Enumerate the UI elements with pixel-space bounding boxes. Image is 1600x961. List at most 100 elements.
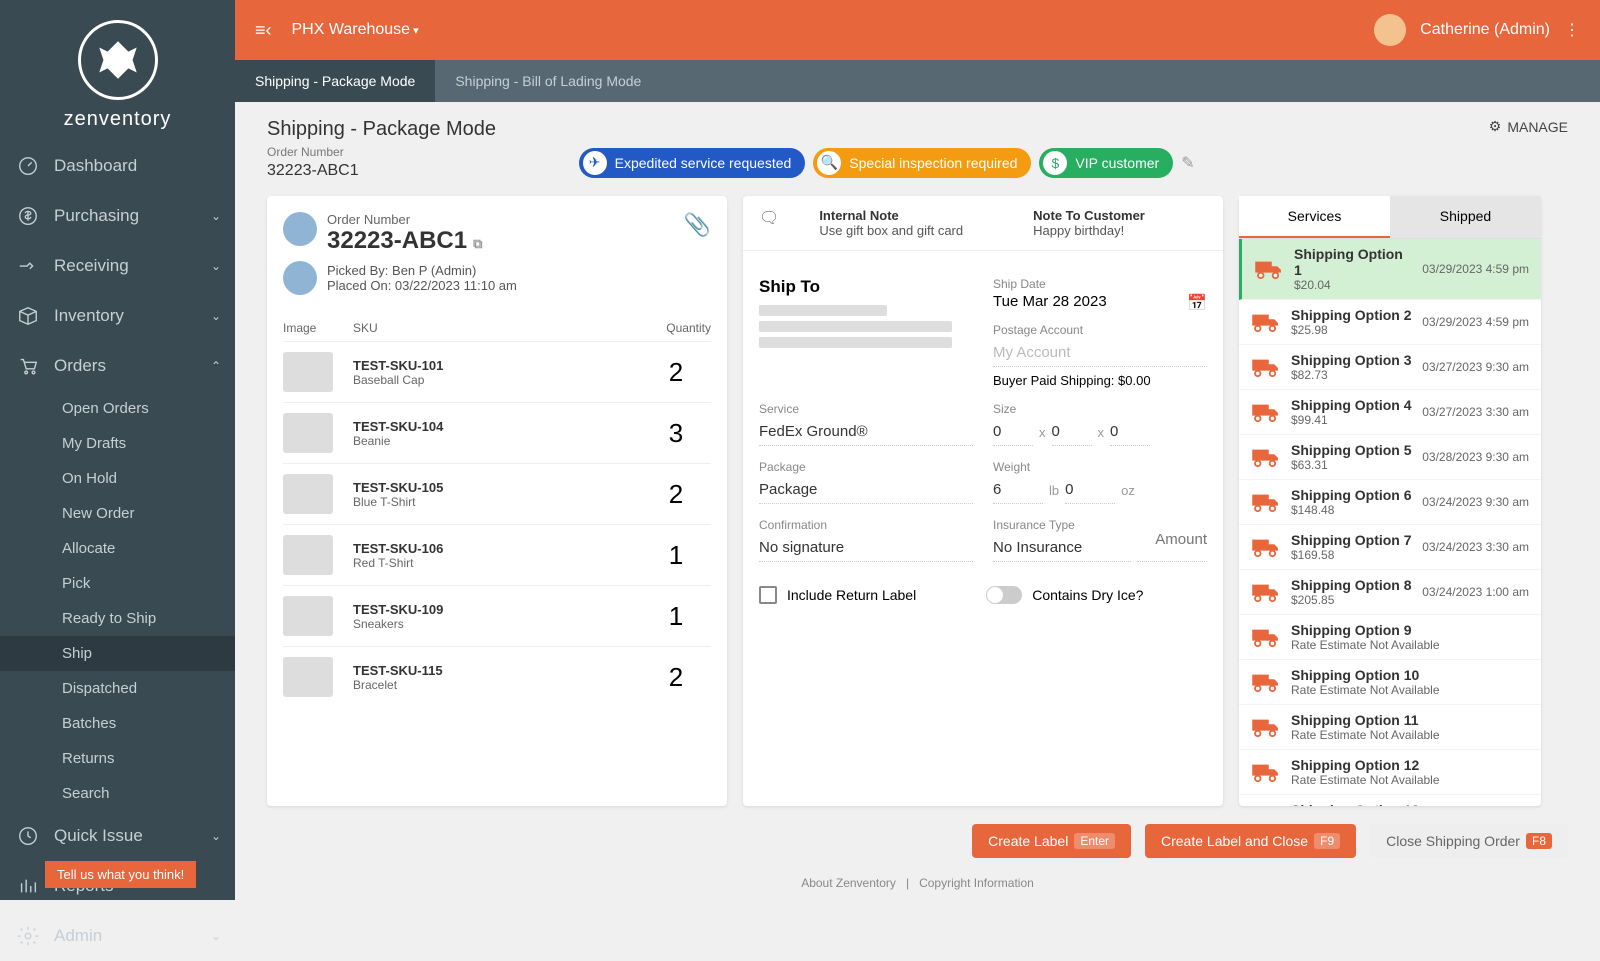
ship-date-label: Ship Date: [993, 277, 1207, 291]
truck-icon: [1251, 716, 1281, 738]
package-select[interactable]: [759, 476, 973, 504]
user-avatar[interactable]: [1374, 14, 1406, 46]
nav-inventory[interactable]: Inventory⌄: [0, 291, 235, 341]
buyer-paid: Buyer Paid Shipping: $0.00: [993, 373, 1207, 388]
service-price: Rate Estimate Not Available: [1291, 683, 1529, 697]
service-option[interactable]: Shipping Option 9Rate Estimate Not Avail…: [1239, 615, 1541, 660]
service-name: Shipping Option 2: [1291, 307, 1412, 323]
service-price: $20.04: [1294, 278, 1412, 292]
item-row[interactable]: TEST-SKU-104Beanie3: [283, 402, 711, 463]
create-label-button[interactable]: Create LabelEnter: [972, 824, 1131, 858]
sub-search[interactable]: Search: [0, 776, 235, 811]
postage-select[interactable]: [993, 339, 1207, 367]
gear-icon: [14, 924, 42, 948]
service-option[interactable]: Shipping Option 7$169.5803/24/2023 3:30 …: [1239, 525, 1541, 570]
nav-receiving[interactable]: Receiving⌄: [0, 241, 235, 291]
sub-ready-to-ship[interactable]: Ready to Ship: [0, 601, 235, 636]
nav-admin[interactable]: Admin⌄: [0, 911, 235, 961]
service-option[interactable]: Shipping Option 6$148.4803/24/2023 9:30 …: [1239, 480, 1541, 525]
sub-ship[interactable]: Ship: [0, 636, 235, 671]
item-row[interactable]: TEST-SKU-115Bracelet2: [283, 646, 711, 707]
truck-icon: [1251, 536, 1281, 558]
about-link[interactable]: About Zenventory: [801, 876, 896, 890]
confirmation-select[interactable]: [759, 534, 973, 562]
copyright-link[interactable]: Copyright Information: [919, 876, 1034, 890]
feedback-button[interactable]: Tell us what you think!: [45, 861, 196, 888]
service-option[interactable]: Shipping Option 1$20.0403/29/2023 4:59 p…: [1239, 239, 1541, 300]
calendar-icon[interactable]: 📅: [1187, 293, 1207, 313]
services-panel: Services Shipped Shipping Option 1$20.04…: [1239, 196, 1541, 806]
nav-orders[interactable]: Orders⌃: [0, 341, 235, 391]
weight-oz[interactable]: [1065, 476, 1115, 504]
address-line: [759, 305, 887, 316]
service-name: Shipping Option 6: [1291, 487, 1412, 503]
dry-ice-toggle[interactable]: [986, 586, 1022, 604]
truck-icon: [1251, 446, 1281, 468]
item-row[interactable]: TEST-SKU-106Red T-Shirt1: [283, 524, 711, 585]
service-price: $25.98: [1291, 323, 1412, 337]
weight-lb[interactable]: [993, 476, 1043, 504]
item-qty: 2: [641, 357, 711, 388]
address-line: [759, 337, 952, 348]
nav-quick-issue[interactable]: Quick Issue⌄: [0, 811, 235, 861]
sub-allocate[interactable]: Allocate: [0, 531, 235, 566]
return-label-text: Include Return Label: [787, 587, 916, 603]
tab-services[interactable]: Services: [1239, 196, 1390, 238]
service-option[interactable]: Shipping Option 4$99.4103/27/2023 3:30 a…: [1239, 390, 1541, 435]
tag-icon[interactable]: ✎: [1181, 153, 1194, 173]
service-option[interactable]: Shipping Option 5$63.3103/28/2023 9:30 a…: [1239, 435, 1541, 480]
service-name: Shipping Option 9: [1291, 622, 1529, 638]
item-row[interactable]: TEST-SKU-101Baseball Cap2: [283, 341, 711, 402]
size-w[interactable]: [1052, 418, 1092, 446]
manage-button[interactable]: ⚙MANAGE: [1489, 118, 1568, 135]
service-select[interactable]: [759, 418, 973, 446]
tab-shipped[interactable]: Shipped: [1390, 196, 1541, 238]
service-option[interactable]: Shipping Option 2$25.9803/29/2023 4:59 p…: [1239, 300, 1541, 345]
create-label-close-button[interactable]: Create Label and CloseF9: [1145, 824, 1356, 858]
sub-my-drafts[interactable]: My Drafts: [0, 426, 235, 461]
insurance-select[interactable]: [993, 534, 1131, 562]
insurance-amount[interactable]: [1137, 518, 1207, 562]
sub-pick[interactable]: Pick: [0, 566, 235, 601]
ship-date[interactable]: Tue Mar 28 2023: [993, 293, 1107, 310]
sub-dispatched[interactable]: Dispatched: [0, 671, 235, 706]
attachment-icon[interactable]: 📎: [684, 212, 711, 238]
sub-batches[interactable]: Batches: [0, 706, 235, 741]
item-qty: 2: [641, 662, 711, 693]
service-option[interactable]: Shipping Option 13Rate Estimate Not Avai…: [1239, 795, 1541, 806]
service-date: 03/24/2023 3:30 am: [1422, 540, 1529, 554]
close-shipping-button[interactable]: Close Shipping OrderF8: [1370, 824, 1568, 858]
service-option[interactable]: Shipping Option 10Rate Estimate Not Avai…: [1239, 660, 1541, 705]
sub-open-orders[interactable]: Open Orders: [0, 391, 235, 426]
warehouse-selector[interactable]: PHX Warehouse: [292, 21, 419, 39]
truck-icon: [1251, 761, 1281, 783]
sub-new-order[interactable]: New Order: [0, 496, 235, 531]
size-l[interactable]: [993, 418, 1033, 446]
return-label-checkbox[interactable]: [759, 586, 777, 604]
sub-returns[interactable]: Returns: [0, 741, 235, 776]
copy-icon[interactable]: ⧉: [473, 236, 482, 251]
address-line: [759, 321, 952, 332]
menu-toggle-icon[interactable]: ≡‹: [255, 20, 272, 41]
nav-dashboard[interactable]: Dashboard: [0, 141, 235, 191]
kebab-icon[interactable]: ⋮: [1564, 20, 1580, 40]
tab-package-mode[interactable]: Shipping - Package Mode: [235, 60, 435, 102]
service-option[interactable]: Shipping Option 3$82.7303/27/2023 9:30 a…: [1239, 345, 1541, 390]
nav-label: Admin: [54, 926, 102, 946]
badge-expedited: ✈Expedited service requested: [579, 148, 806, 178]
service-option[interactable]: Shipping Option 8$205.8503/24/2023 1:00 …: [1239, 570, 1541, 615]
sub-on-hold[interactable]: On Hold: [0, 461, 235, 496]
product-image: [283, 413, 333, 453]
picked-by: Picked By: Ben P (Admin): [327, 263, 517, 278]
size-h[interactable]: [1110, 418, 1150, 446]
item-sku: TEST-SKU-115: [353, 663, 641, 678]
nav-purchasing[interactable]: Purchasing⌄: [0, 191, 235, 241]
tab-bol-mode[interactable]: Shipping - Bill of Lading Mode: [435, 60, 661, 102]
item-row[interactable]: TEST-SKU-109Sneakers1: [283, 585, 711, 646]
service-option[interactable]: Shipping Option 11Rate Estimate Not Avai…: [1239, 705, 1541, 750]
mode-tabs: Shipping - Package Mode Shipping - Bill …: [235, 60, 1600, 102]
product-image: [283, 596, 333, 636]
item-row[interactable]: TEST-SKU-105Blue T-Shirt2: [283, 463, 711, 524]
order-number-input[interactable]: 32223-ABC1: [267, 162, 359, 180]
service-option[interactable]: Shipping Option 12Rate Estimate Not Avai…: [1239, 750, 1541, 795]
